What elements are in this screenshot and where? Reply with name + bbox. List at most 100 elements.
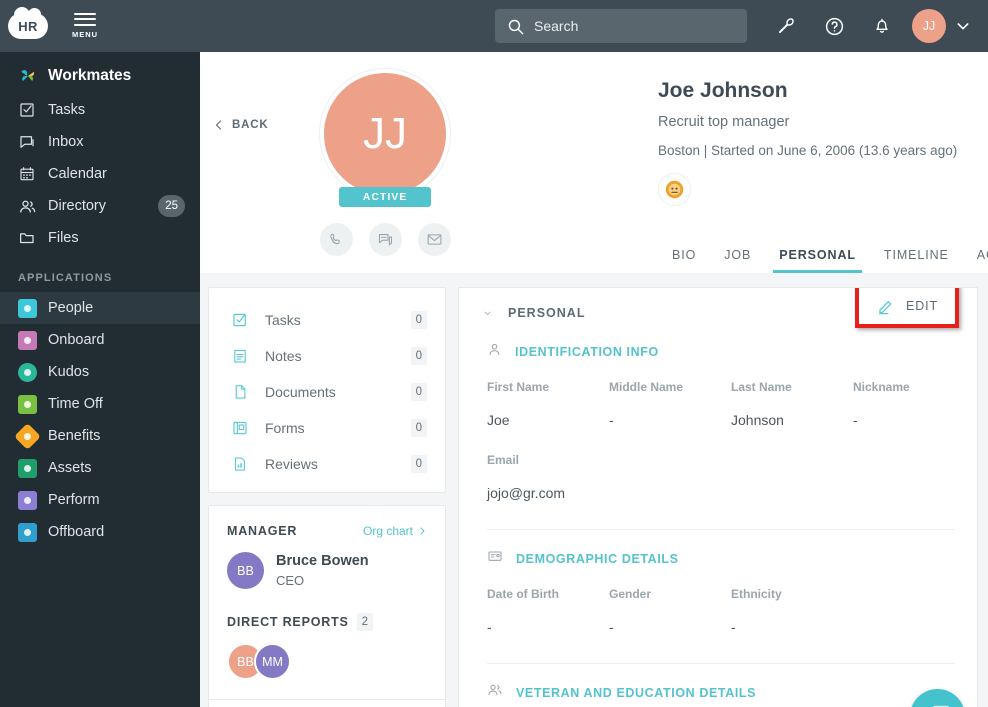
- collapse-chevron-down-icon[interactable]: [481, 309, 494, 318]
- sidebar-item-assets[interactable]: Assets: [0, 452, 200, 484]
- field-nickname: Nickname -: [853, 380, 955, 428]
- quick-link-notes[interactable]: Notes 0: [209, 338, 445, 374]
- sidebar-item-tasks[interactable]: Tasks: [0, 94, 200, 126]
- topbar-avatar[interactable]: JJ: [912, 9, 946, 43]
- menu-label: MENU: [71, 30, 99, 40]
- hamburger-icon: [74, 12, 96, 30]
- sidebar-item-workmates[interactable]: Workmates: [0, 58, 200, 94]
- sidebar-label-inbox: Inbox: [48, 134, 84, 150]
- phone-button[interactable]: [319, 223, 353, 256]
- inbox-icon: [18, 133, 48, 151]
- app-logo[interactable]: HR: [8, 7, 48, 39]
- field-date-of-birth: Date of Birth -: [487, 587, 609, 635]
- chat-button[interactable]: [368, 223, 402, 256]
- section-veteran-education-details: VETERAN AND EDUCATION DETAILS: [459, 664, 977, 703]
- tab-personal[interactable]: PERSONAL: [765, 248, 870, 273]
- content-area: Tasks 0 Notes 0 Documents 0 Forms 0 Revi…: [200, 273, 988, 707]
- menu-button[interactable]: MENU: [66, 12, 104, 40]
- sidebar-item-onboard[interactable]: Onboard: [0, 324, 200, 356]
- two-people-icon: [487, 682, 503, 703]
- section-title: IDENTIFICATION INFO: [515, 345, 659, 359]
- sidebar-item-timeoff[interactable]: Time Off: [0, 388, 200, 420]
- org-chart-link[interactable]: Org chart: [363, 524, 427, 538]
- notes-icon: [231, 347, 265, 365]
- sidebar-item-offboard[interactable]: Offboard: [0, 516, 200, 548]
- help-icon[interactable]: [810, 0, 858, 52]
- reviews-icon: [231, 455, 265, 473]
- sidebar: Workmates Tasks Inbox Calendar Directory…: [0, 52, 200, 707]
- top-bar: HR MENU Search JJ: [0, 0, 988, 52]
- sidebar-item-benefits[interactable]: Benefits: [0, 420, 200, 452]
- email-button[interactable]: [417, 223, 451, 256]
- manager-role: CEO: [276, 573, 305, 588]
- sidebar-label-assets: Assets: [48, 460, 92, 476]
- emoji-badge-icon[interactable]: [658, 173, 691, 206]
- tab-job[interactable]: JOB: [710, 248, 765, 273]
- manager-initials: BB: [237, 563, 254, 578]
- account-chevron-down-icon[interactable]: [946, 18, 980, 34]
- benefits-app-icon: [14, 422, 48, 450]
- manager-label: MANAGER: [227, 524, 298, 538]
- section-title: DEMOGRAPHIC DETAILS: [516, 551, 679, 566]
- sidebar-item-people[interactable]: People: [0, 292, 200, 324]
- field-label: Middle Name: [609, 380, 684, 394]
- manager-text: Bruce Bowen CEO: [276, 553, 369, 588]
- profile-header: BACK JJ ACTIVE Joe Johnson Recruit top m…: [200, 52, 988, 273]
- tab-bio[interactable]: BIO: [658, 248, 710, 273]
- quick-link-count: 0: [410, 419, 427, 437]
- forms-icon: [231, 419, 265, 437]
- field-last-name: Last Name Johnson: [731, 380, 853, 428]
- bell-icon[interactable]: [858, 0, 906, 52]
- offboard-app-icon: [18, 522, 48, 542]
- manager-avatar: BB: [227, 552, 264, 589]
- quick-link-documents[interactable]: Documents 0: [209, 374, 445, 410]
- tab-timeline[interactable]: TIMELINE: [870, 248, 963, 273]
- onboard-app-icon: [18, 330, 48, 350]
- sidebar-item-inbox[interactable]: Inbox: [0, 126, 200, 158]
- email-icon: [427, 234, 441, 245]
- pencil-icon: [878, 300, 892, 314]
- direct-report-initials: BB: [237, 654, 254, 669]
- tab-account[interactable]: ACCOUNT: [963, 248, 988, 273]
- sidebar-section-applications: APPLICATIONS: [18, 272, 113, 284]
- quick-link-reviews[interactable]: Reviews 0: [209, 446, 445, 482]
- sidebar-item-kudos[interactable]: Kudos: [0, 356, 200, 388]
- quick-link-forms[interactable]: Forms 0: [209, 410, 445, 446]
- sidebar-label-tasks: Tasks: [48, 102, 86, 118]
- direct-report-avatar[interactable]: MM: [254, 643, 291, 680]
- field-value: -: [609, 412, 614, 428]
- quick-link-count: 0: [410, 347, 427, 365]
- app-root: HR MENU Search JJ Workmates Tasks Inbox …: [0, 0, 988, 707]
- edit-button[interactable]: EDIT: [859, 288, 955, 324]
- profile-meta: Boston | Started on June 6, 2006 (13.6 y…: [658, 143, 958, 158]
- field-value: -: [853, 412, 858, 428]
- topbar-avatar-initials: JJ: [922, 19, 936, 33]
- search-icon: [508, 19, 524, 34]
- manager-person[interactable]: BB Bruce Bowen CEO: [227, 552, 427, 589]
- field-label: Date of Birth: [487, 587, 559, 601]
- search-box[interactable]: [495, 9, 747, 43]
- direct-reports-header: DIRECT REPORTS 2: [227, 613, 427, 631]
- quick-link-label: Notes: [265, 348, 302, 364]
- sidebar-item-files[interactable]: Files: [0, 222, 200, 254]
- field-email: Email jojo@gr.com: [487, 453, 955, 501]
- sidebar-item-perform[interactable]: Perform: [0, 484, 200, 516]
- quick-link-count: 0: [410, 383, 427, 401]
- field-label: Gender: [609, 587, 652, 601]
- assets-app-icon: [18, 458, 48, 478]
- search-input[interactable]: [534, 18, 734, 34]
- body-row: Workmates Tasks Inbox Calendar Directory…: [0, 52, 988, 707]
- page-title: Joe Johnson: [658, 79, 788, 102]
- perform-app-icon: [18, 490, 48, 510]
- sidebar-item-directory[interactable]: Directory 25: [0, 190, 200, 222]
- sidebar-item-calendar[interactable]: Calendar: [0, 158, 200, 190]
- panel-header: PERSONAL EDIT: [459, 288, 977, 328]
- calendar-icon: [18, 165, 48, 183]
- quick-link-tasks[interactable]: Tasks 0: [209, 302, 445, 338]
- sidebar-label-calendar: Calendar: [48, 166, 107, 182]
- wrench-icon[interactable]: [762, 0, 810, 52]
- sidebar-label-offboard: Offboard: [48, 524, 105, 540]
- profile-avatar[interactable]: JJ: [320, 69, 450, 199]
- profile-avatar-initials: JJ: [363, 109, 407, 158]
- workmates-icon: [18, 66, 48, 86]
